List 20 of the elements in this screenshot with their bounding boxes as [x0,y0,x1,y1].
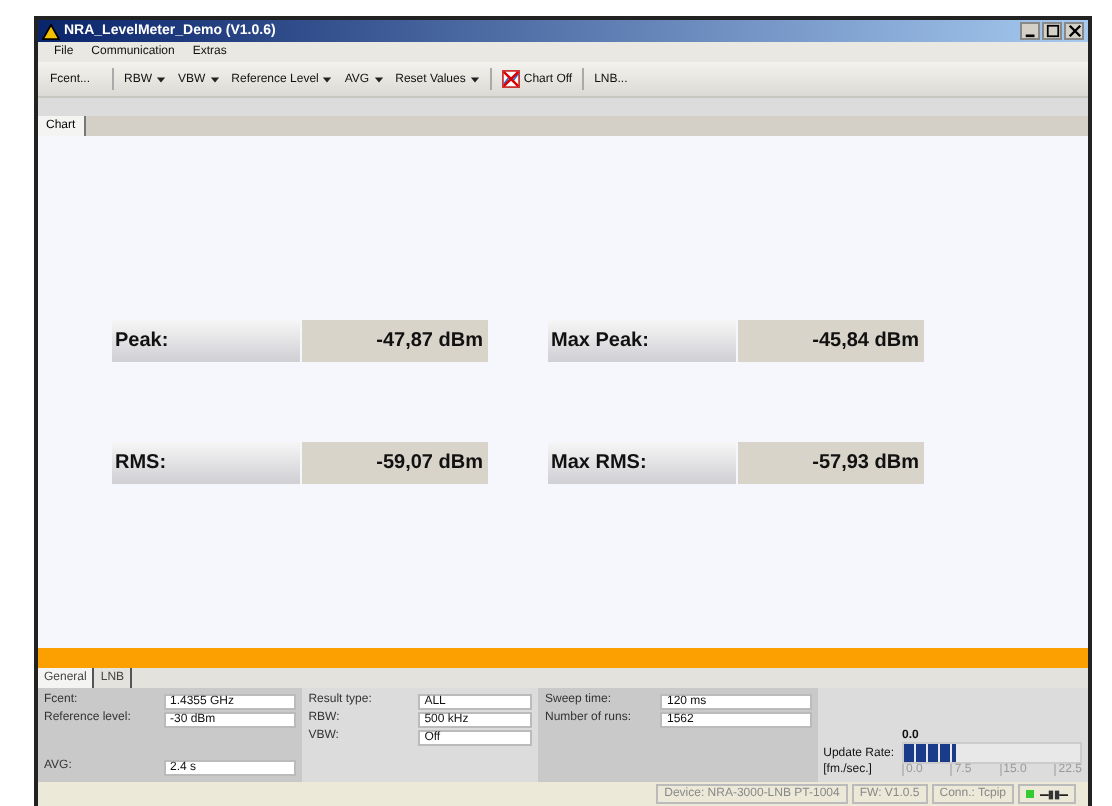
reading-label: Max RMS: [547,442,735,484]
minimize-button[interactable] [1020,22,1040,40]
caret-icon [156,75,166,83]
plug-icon [1040,787,1068,801]
maximize-button[interactable] [1042,22,1062,40]
reading-label: Peak: [111,320,299,362]
caret-icon [209,75,220,83]
close-icon [1067,24,1081,38]
reading-value: -57,93 dBm [737,442,923,484]
caret-icon [373,75,384,83]
caret-icon [322,75,333,83]
close-button[interactable] [1064,22,1084,40]
reading-label: Max Peak: [547,320,735,362]
reading-label: RMS: [111,442,299,484]
maximize-icon [1045,24,1059,38]
reading-value: -45,84 dBm [737,320,923,362]
reading-value: -47,87 dBm [301,320,487,362]
caret-icon [469,75,480,83]
crossed-chart-icon [501,70,520,88]
reading-value: -59,07 dBm [301,442,487,484]
